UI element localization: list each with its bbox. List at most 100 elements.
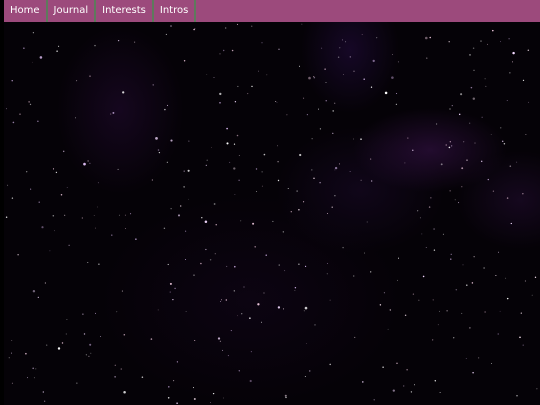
star [339,47,341,49]
star [471,282,474,284]
star [492,29,494,32]
star [402,385,405,387]
star [201,217,203,219]
star [176,361,179,363]
star [254,246,256,248]
star [188,140,190,142]
star [278,264,280,266]
star [117,39,120,42]
star [451,145,453,147]
star [225,299,227,301]
star [219,102,221,104]
star [166,104,169,106]
star [439,392,441,394]
star [334,195,336,197]
star [261,321,263,323]
star [46,344,48,346]
star [226,265,228,267]
star [38,201,40,203]
star [168,386,170,388]
star [265,254,267,256]
star [30,188,32,190]
star [490,134,492,136]
star [501,140,504,143]
star [225,27,227,29]
star [462,264,464,266]
star [437,324,439,326]
star [422,275,425,278]
star [448,146,451,149]
star [325,100,327,102]
star [298,209,300,211]
star [506,197,509,199]
nav-home-link[interactable]: Home [4,0,48,22]
star [183,60,186,62]
star [229,161,231,163]
star [263,292,265,294]
star [183,186,185,188]
star [404,314,407,317]
star [382,366,384,368]
star [32,32,34,34]
star [473,69,475,71]
star [453,337,455,339]
star [150,338,153,340]
star [251,25,253,27]
star [255,168,258,170]
star [492,190,495,192]
star [158,151,161,154]
star [484,78,486,80]
star [42,391,44,393]
star [170,139,173,142]
star [230,330,232,332]
star [11,352,13,354]
star [519,336,521,339]
star [524,280,526,282]
star [313,177,315,179]
star [276,145,278,147]
star [219,340,221,342]
star [353,138,354,140]
star [44,400,46,402]
star [219,53,221,55]
nav-intros-link[interactable]: Intros [154,0,197,22]
nav-interests-link[interactable]: Interests [96,0,154,22]
star [319,181,321,184]
star [360,138,362,140]
star [311,138,313,140]
star [26,171,28,173]
star [278,48,280,50]
star [465,358,467,359]
star [418,299,420,301]
star [508,38,510,40]
star [483,267,485,269]
star [460,93,463,96]
star [353,275,355,277]
star [76,80,78,82]
star [397,279,399,281]
star [32,290,36,293]
star [134,41,136,43]
star [185,230,187,232]
star [299,153,302,157]
star [362,381,364,383]
star [499,310,501,312]
star [275,101,277,102]
star [379,304,382,306]
star [130,213,132,215]
star [412,149,414,151]
star [376,37,378,39]
star [500,41,501,43]
star [304,306,308,310]
star [397,61,399,63]
star [392,53,393,55]
nav-journal-link[interactable]: Journal [48,0,97,22]
star [256,191,257,193]
star [520,312,522,314]
star [180,205,182,207]
star [432,299,434,301]
star [450,253,452,255]
star [193,387,194,389]
star [194,339,196,342]
star [123,391,126,394]
